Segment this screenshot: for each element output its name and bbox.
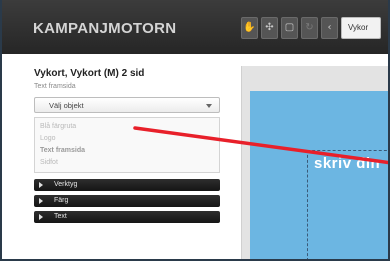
redo-icon[interactable]: ↻: [301, 17, 318, 39]
accordion-label: Färg: [54, 197, 69, 204]
panel-title: Vykort, Vykort (M) 2 sid: [34, 68, 145, 79]
option-text-framsida[interactable]: Text framsida: [40, 147, 85, 154]
fit-icon[interactable]: ▢: [281, 17, 298, 39]
chevron-right-icon: [39, 198, 43, 204]
option-logo[interactable]: Logo: [40, 135, 56, 142]
top-bar: KAMPANJMOTORN ✋ ✣ ▢ ↻ ‹ Vykor: [2, 0, 388, 54]
panel-subtitle: Text framsida: [34, 83, 76, 90]
accordion-label: Text: [54, 213, 67, 220]
chevron-right-icon: [39, 182, 43, 188]
app-window: KAMPANJMOTORN ✋ ✣ ▢ ↻ ‹ Vykor Vykort, Vy…: [0, 0, 390, 261]
accordion-label: Verktyg: [54, 181, 78, 188]
postcard-text-element[interactable]: skriv din: [314, 155, 380, 172]
accordion-farg[interactable]: Färg: [34, 195, 220, 207]
option-bla-fargruta[interactable]: Blå färgruta: [40, 123, 76, 130]
back-icon[interactable]: ‹: [321, 17, 338, 39]
text-frame-left-edge: [307, 150, 308, 259]
object-select[interactable]: Välj objekt: [34, 97, 220, 113]
postcard-preview[interactable]: [250, 91, 388, 259]
chevron-down-icon: [206, 104, 212, 108]
option-sidfot[interactable]: Sidfot: [40, 159, 58, 166]
object-select-label: Välj objekt: [49, 101, 84, 110]
text-frame-top-edge: [307, 150, 388, 151]
accordion-verktyg[interactable]: Verktyg: [34, 179, 220, 191]
chevron-right-icon: [39, 214, 43, 220]
accordion-text[interactable]: Text: [34, 211, 220, 223]
hand-icon[interactable]: ✋: [241, 17, 258, 39]
format-select[interactable]: Vykor: [341, 17, 381, 39]
app-logo: KAMPANJMOTORN: [33, 20, 177, 37]
toolbar: ✋ ✣ ▢ ↻ ‹ Vykor: [241, 17, 381, 41]
move-icon[interactable]: ✣: [261, 17, 278, 39]
object-options-list: Blå färgruta Logo Text framsida Sidfot: [34, 117, 220, 173]
